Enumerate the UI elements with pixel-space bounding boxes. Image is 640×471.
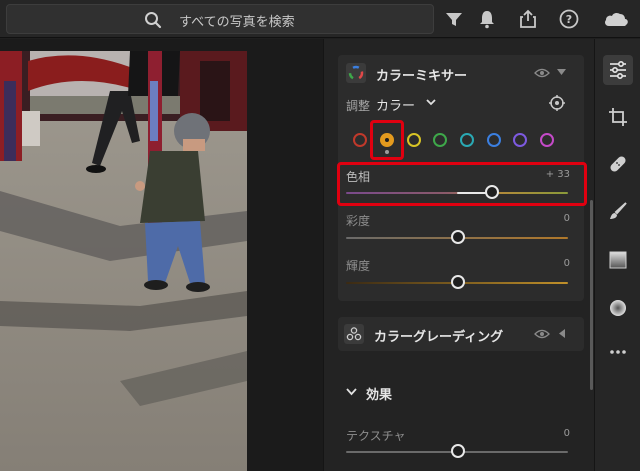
expand-icon[interactable] <box>559 329 566 338</box>
adjust-dropdown[interactable]: カラー <box>376 93 446 114</box>
healing-button[interactable] <box>603 149 633 179</box>
texture-label: テクスチャ <box>346 429 406 443</box>
luminance-value: 0 <box>563 258 570 269</box>
help-icon[interactable]: ? <box>558 8 580 30</box>
chevron-down-icon[interactable] <box>346 388 357 396</box>
crop-icon <box>609 108 627 126</box>
texture-value: 0 <box>563 428 570 439</box>
brush-button[interactable] <box>603 196 633 226</box>
radial-icon <box>610 300 626 316</box>
tool-rail <box>594 39 640 471</box>
more-button[interactable] <box>603 337 633 367</box>
top-bar: すべての写真を検索 ? <box>0 0 640 38</box>
eye-icon[interactable] <box>534 328 550 340</box>
search-placeholder: すべての写真を検索 <box>179 15 295 30</box>
panel-scrollbar[interactable] <box>590 200 593 390</box>
edit-panel: カラーミキサー 調整 カラー 色相 + 33 彩度 0 輝度 0 カラーグレーデ… <box>323 39 594 471</box>
crop-button[interactable] <box>603 102 633 132</box>
color-grading-icon <box>344 324 364 344</box>
filter-icon[interactable] <box>443 8 465 30</box>
swatch-purple[interactable] <box>513 133 527 147</box>
highlight-box-hue <box>337 162 587 206</box>
highlight-box-swatch <box>370 120 404 160</box>
photo-viewer <box>0 39 323 471</box>
swatch-red[interactable] <box>353 133 367 147</box>
sliders-icon <box>610 60 626 80</box>
swatch-magenta[interactable] <box>540 133 554 147</box>
saturation-slider-thumb[interactable] <box>451 230 465 244</box>
adjust-label: 調整 <box>346 99 371 113</box>
eye-icon[interactable] <box>534 67 550 79</box>
healing-icon <box>610 156 626 172</box>
color-mixer-title: カラーミキサー <box>376 69 468 84</box>
effects-title[interactable]: 効果 <box>366 384 392 403</box>
collapse-icon[interactable] <box>557 69 566 76</box>
texture-slider-thumb[interactable] <box>451 444 465 458</box>
target-picker-icon[interactable] <box>549 95 565 111</box>
bell-icon[interactable] <box>476 8 498 30</box>
linear-gradient-button[interactable] <box>603 245 633 275</box>
chevron-down-icon <box>426 99 436 106</box>
brush-icon <box>610 202 627 219</box>
luminance-slider-thumb[interactable] <box>451 275 465 289</box>
radial-gradient-button[interactable] <box>603 293 633 323</box>
saturation-value: 0 <box>563 213 570 224</box>
gradient-icon <box>609 251 627 269</box>
swatch-green[interactable] <box>433 133 447 147</box>
search-input[interactable]: すべての写真を検索 <box>6 4 434 34</box>
color-grading-section[interactable]: カラーグレーディング <box>338 317 584 351</box>
adjust-value: カラー <box>376 99 416 114</box>
swatch-yellow[interactable] <box>407 133 421 147</box>
edit-sliders-button[interactable] <box>603 55 633 85</box>
svg-text:?: ? <box>566 13 572 26</box>
cloud-icon[interactable] <box>602 8 630 30</box>
color-wheel-icon <box>346 63 366 83</box>
luminance-label: 輝度 <box>346 259 371 273</box>
swatch-aqua[interactable] <box>460 133 474 147</box>
more-icon <box>610 350 626 354</box>
saturation-label: 彩度 <box>346 214 371 228</box>
swatch-blue[interactable] <box>487 133 501 147</box>
photo-image <box>0 51 247 471</box>
share-icon[interactable] <box>517 8 539 30</box>
search-icon <box>145 12 162 29</box>
color-grading-title: カラーグレーディング <box>374 330 504 345</box>
